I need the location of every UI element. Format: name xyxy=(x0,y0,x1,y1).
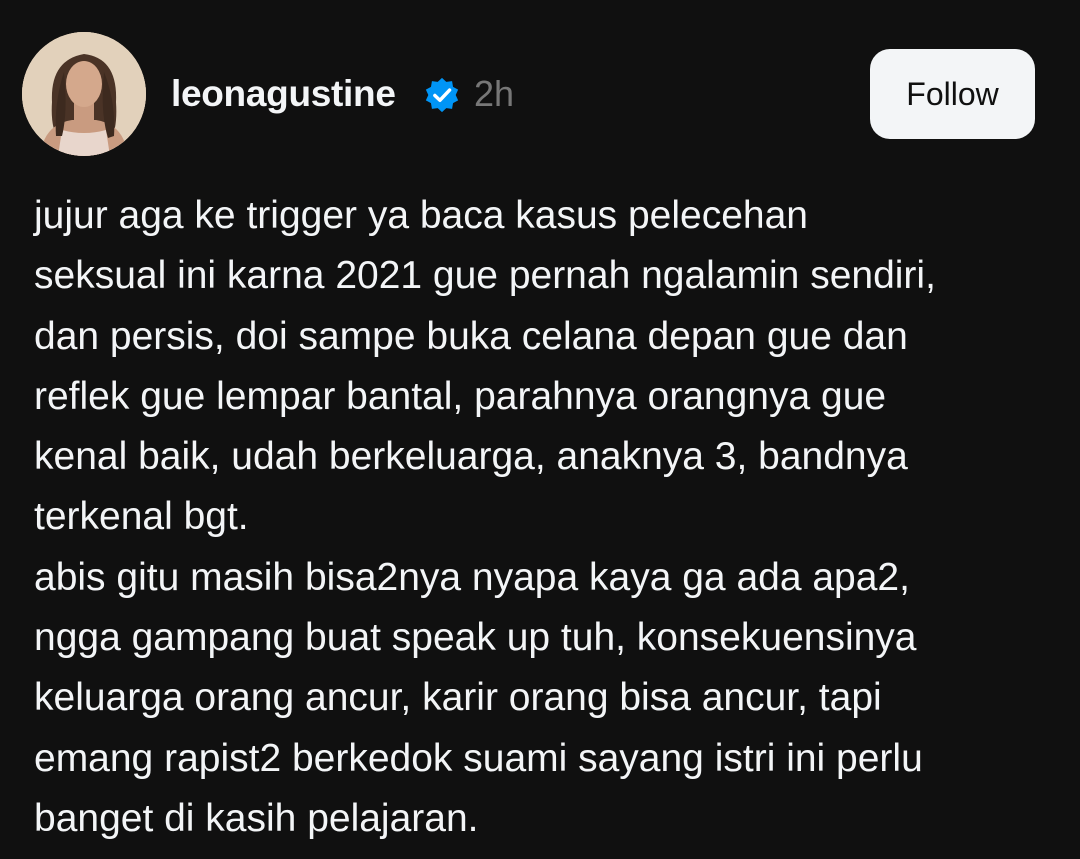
post-text-line: terkenal bgt. xyxy=(34,495,249,539)
post-text-line: banget di kasih pelajaran. xyxy=(34,796,479,840)
post-text-line: keluarga orang ancur, karir orang bisa a… xyxy=(34,676,882,720)
post-text-line: emang rapist2 berkedok suami sayang istr… xyxy=(34,736,923,780)
post-text-line: reflek gue lempar bantal, parahnya orang… xyxy=(34,374,887,418)
post-text-line: ngga gampang buat speak up tuh, konsekue… xyxy=(34,616,917,660)
avatar[interactable] xyxy=(22,32,146,156)
thread-post: leonagustine 2h Follow jujur aga ke trig… xyxy=(0,0,1080,859)
post-body: jujur aga ke trigger ya baca kasus pelec… xyxy=(34,186,1064,849)
username[interactable]: leonagustine xyxy=(171,70,396,118)
follow-button[interactable]: Follow xyxy=(870,49,1035,139)
verified-badge-icon xyxy=(423,76,461,114)
post-text-line: abis gitu masih bisa2nya nyapa kaya ga a… xyxy=(34,555,910,599)
post-text-line: seksual ini karna 2021 gue pernah ngalam… xyxy=(34,254,936,298)
post-text-line: jujur aga ke trigger ya baca kasus pelec… xyxy=(34,194,808,237)
post-text-line: dan persis, doi sampe buka celana depan … xyxy=(34,314,908,358)
post-text-line: kenal baik, udah berkeluarga, anaknya 3,… xyxy=(34,435,908,479)
profile-photo xyxy=(22,32,146,156)
post-timestamp: 2h xyxy=(474,73,515,114)
